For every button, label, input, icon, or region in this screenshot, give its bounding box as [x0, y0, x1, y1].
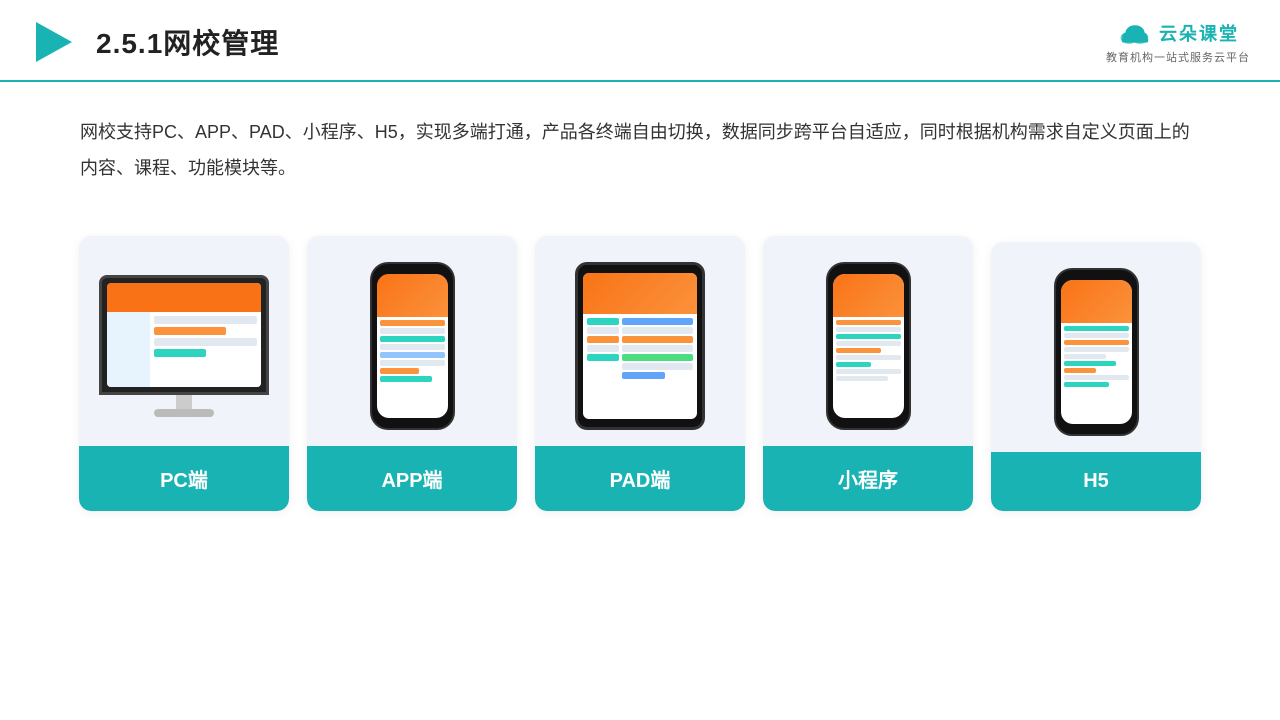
card-app-label: APP端 — [307, 446, 517, 511]
card-pc: PC端 — [79, 236, 289, 511]
logo-cloud: 云朵课堂 — [1117, 19, 1239, 47]
phone-device-miniapp — [826, 262, 911, 430]
card-miniapp-label: 小程序 — [763, 446, 973, 511]
card-pc-label: PC端 — [79, 446, 289, 511]
card-miniapp-image — [763, 236, 973, 446]
card-pad-label: PAD端 — [535, 446, 745, 511]
cloud-icon — [1117, 19, 1153, 47]
phone-device-h5 — [1054, 268, 1139, 436]
phone-device-app — [370, 262, 455, 430]
desc-content: 网校支持PC、APP、PAD、小程序、H5，实现多端打通，产品各终端自由切换，数… — [80, 122, 1190, 178]
page-title: 2.5.1网校管理 — [96, 22, 279, 62]
cards-container: PC端 — [0, 206, 1280, 541]
logo-area: 云朵课堂 教育机构一站式服务云平台 — [1106, 19, 1250, 65]
play-icon — [30, 18, 78, 66]
card-pad-image — [535, 236, 745, 446]
card-pc-image — [79, 236, 289, 446]
page-header: 2.5.1网校管理 云朵课堂 教育机构一站式服务云平台 — [0, 0, 1280, 82]
card-pad: PAD端 — [535, 236, 745, 511]
logo-subtitle: 教育机构一站式服务云平台 — [1106, 49, 1250, 65]
card-h5-image — [991, 242, 1201, 452]
monitor-device — [99, 275, 269, 417]
card-app: APP端 — [307, 236, 517, 511]
card-miniapp: 小程序 — [763, 236, 973, 511]
logo-text: 云朵课堂 — [1159, 20, 1239, 46]
description-text: 网校支持PC、APP、PAD、小程序、H5，实现多端打通，产品各终端自由切换，数… — [0, 82, 1280, 196]
tablet-device — [575, 262, 705, 430]
card-h5: H5 — [991, 242, 1201, 511]
card-h5-label: H5 — [991, 452, 1201, 511]
card-app-image — [307, 236, 517, 446]
header-left: 2.5.1网校管理 — [30, 18, 279, 66]
